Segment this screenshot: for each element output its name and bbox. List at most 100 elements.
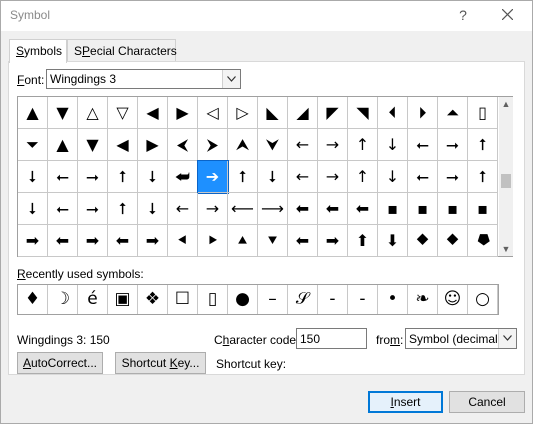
symbol-cell[interactable]: ⭡: [468, 161, 498, 193]
symbol-cell[interactable]: ⬅: [288, 225, 318, 257]
character-code-input[interactable]: 150: [296, 328, 367, 349]
symbol-cell[interactable]: ⮝: [228, 129, 258, 161]
symbol-cell[interactable]: ◢: [288, 97, 318, 129]
from-dropdown-button[interactable]: [498, 329, 516, 348]
symbol-cell[interactable]: ◀: [108, 129, 138, 161]
symbol-cell[interactable]: ▪: [378, 193, 408, 225]
help-button[interactable]: ?: [450, 4, 476, 26]
symbol-cell[interactable]: ▽: [108, 97, 138, 129]
symbol-cell[interactable]: ▶: [168, 97, 198, 129]
symbol-cell[interactable]: ⭢: [438, 129, 468, 161]
symbol-cell[interactable]: ⯈: [198, 225, 228, 257]
symbol-cell[interactable]: ⬅: [288, 193, 318, 225]
symbol-cell[interactable]: ⬅: [318, 193, 348, 225]
symbol-cell[interactable]: ⮟: [258, 129, 288, 161]
symbol-cell[interactable]: →: [198, 193, 228, 225]
symbol-cell[interactable]: ⯆: [258, 225, 288, 257]
symbol-cell[interactable]: ↑: [348, 161, 378, 193]
recent-symbol-cell[interactable]: -: [348, 285, 378, 314]
symbol-cell[interactable]: ←: [168, 193, 198, 225]
symbol-cell[interactable]: ▼: [78, 129, 108, 161]
tab-symbols[interactable]: Symbols: [9, 39, 67, 63]
recent-symbol-cell[interactable]: é: [78, 285, 108, 314]
tab-special-characters[interactable]: SPecial Characters: [67, 39, 177, 62]
symbol-cell[interactable]: ▲: [18, 97, 48, 129]
symbol-cell[interactable]: ▪: [468, 193, 498, 225]
symbol-cell[interactable]: ➡: [18, 225, 48, 257]
symbol-cell[interactable]: →: [318, 161, 348, 193]
symbol-cell[interactable]: ⭡: [108, 193, 138, 225]
recent-symbol-cell[interactable]: ❖: [138, 285, 168, 314]
symbol-cell[interactable]: ▶: [138, 129, 168, 161]
recent-symbol-cell[interactable]: ☺: [438, 285, 468, 314]
recent-symbol-cell[interactable]: ▣: [108, 285, 138, 314]
symbol-cell[interactable]: ▪: [438, 193, 468, 225]
symbol-cell[interactable]: ⏵: [408, 97, 438, 129]
symbol-cell[interactable]: ⭡: [468, 129, 498, 161]
scroll-down-icon[interactable]: ▼: [499, 242, 513, 256]
symbol-cell[interactable]: ⯁: [408, 225, 438, 257]
symbol-cell[interactable]: ↓: [378, 129, 408, 161]
symbol-cell[interactable]: ⟶: [258, 193, 288, 225]
symbol-cell[interactable]: ⭠: [48, 161, 78, 193]
symbol-cell[interactable]: ◥: [348, 97, 378, 129]
symbol-cell[interactable]: ⭠: [408, 129, 438, 161]
symbol-cell[interactable]: ⏷: [18, 129, 48, 161]
symbol-cell[interactable]: ←: [288, 129, 318, 161]
symbol-cell[interactable]: ▷: [228, 97, 258, 129]
symbol-cell[interactable]: ➡: [318, 225, 348, 257]
autocorrect-button[interactable]: AutoCorrect...: [17, 352, 103, 374]
recent-symbol-cell[interactable]: 𝒮: [288, 285, 318, 314]
symbol-cell[interactable]: ⮨: [168, 161, 198, 193]
shortcut-key-button[interactable]: Shortcut Key...: [115, 352, 206, 374]
symbol-cell[interactable]: ←: [288, 161, 318, 193]
symbol-cell[interactable]: ⮞: [198, 129, 228, 161]
insert-button[interactable]: Insert: [368, 391, 443, 413]
symbol-cell[interactable]: ⭣: [138, 161, 168, 193]
symbol-cell[interactable]: ⭣: [138, 193, 168, 225]
symbol-cell[interactable]: ▲: [48, 129, 78, 161]
symbol-cell[interactable]: ◁: [198, 97, 228, 129]
symbol-cell[interactable]: ⟵: [228, 193, 258, 225]
symbol-grid-scrollbar[interactable]: ▲ ▼: [499, 97, 513, 256]
scroll-up-icon[interactable]: ▲: [499, 97, 513, 111]
symbol-cell[interactable]: ⭣: [18, 161, 48, 193]
recent-symbol-cell[interactable]: ♦: [18, 285, 48, 314]
symbol-cell[interactable]: ▪: [408, 193, 438, 225]
recent-symbol-cell[interactable]: –: [258, 285, 288, 314]
symbol-cell[interactable]: ⬅: [48, 225, 78, 257]
symbol-cell[interactable]: ⭢: [438, 161, 468, 193]
symbol-cell[interactable]: ➡: [78, 225, 108, 257]
from-select[interactable]: Symbol (decimal): [405, 328, 517, 349]
symbol-cell[interactable]: ⯅: [228, 225, 258, 257]
recent-symbol-cell[interactable]: ❧: [408, 285, 438, 314]
recent-symbol-cell[interactable]: ☐: [168, 285, 198, 314]
symbol-cell[interactable]: ⭠: [408, 161, 438, 193]
symbol-cell[interactable]: ⏶: [438, 97, 468, 129]
symbol-cell[interactable]: ⭢: [78, 193, 108, 225]
symbol-cell[interactable]: ⯂: [468, 225, 498, 257]
symbol-cell[interactable]: ⭡: [108, 161, 138, 193]
symbol-cell[interactable]: ➡: [138, 225, 168, 257]
font-dropdown-button[interactable]: [222, 70, 240, 88]
symbol-cell[interactable]: ⭣: [258, 161, 288, 193]
recent-symbol-cell[interactable]: -: [318, 285, 348, 314]
recent-symbol-cell[interactable]: ○: [468, 285, 498, 314]
scroll-thumb[interactable]: [501, 174, 511, 188]
symbol-cell[interactable]: ◀: [138, 97, 168, 129]
symbol-cell[interactable]: ↓: [378, 161, 408, 193]
symbol-cell[interactable]: ⬅: [108, 225, 138, 257]
symbol-cell[interactable]: △: [78, 97, 108, 129]
symbol-cell[interactable]: ⭢: [78, 161, 108, 193]
cancel-button[interactable]: Cancel: [449, 391, 525, 413]
symbol-cell[interactable]: ⯇: [168, 225, 198, 257]
recent-symbol-cell[interactable]: ●: [228, 285, 258, 314]
font-select[interactable]: Wingdings 3: [46, 69, 241, 89]
symbol-cell[interactable]: ▯: [468, 97, 498, 129]
symbol-cell[interactable]: ⬅: [348, 193, 378, 225]
symbol-cell[interactable]: ◣: [258, 97, 288, 129]
symbol-cell[interactable]: ◤: [318, 97, 348, 129]
symbol-cell[interactable]: ⏴: [378, 97, 408, 129]
symbol-cell[interactable]: ↑: [348, 129, 378, 161]
symbol-cell[interactable]: ⭠: [48, 193, 78, 225]
